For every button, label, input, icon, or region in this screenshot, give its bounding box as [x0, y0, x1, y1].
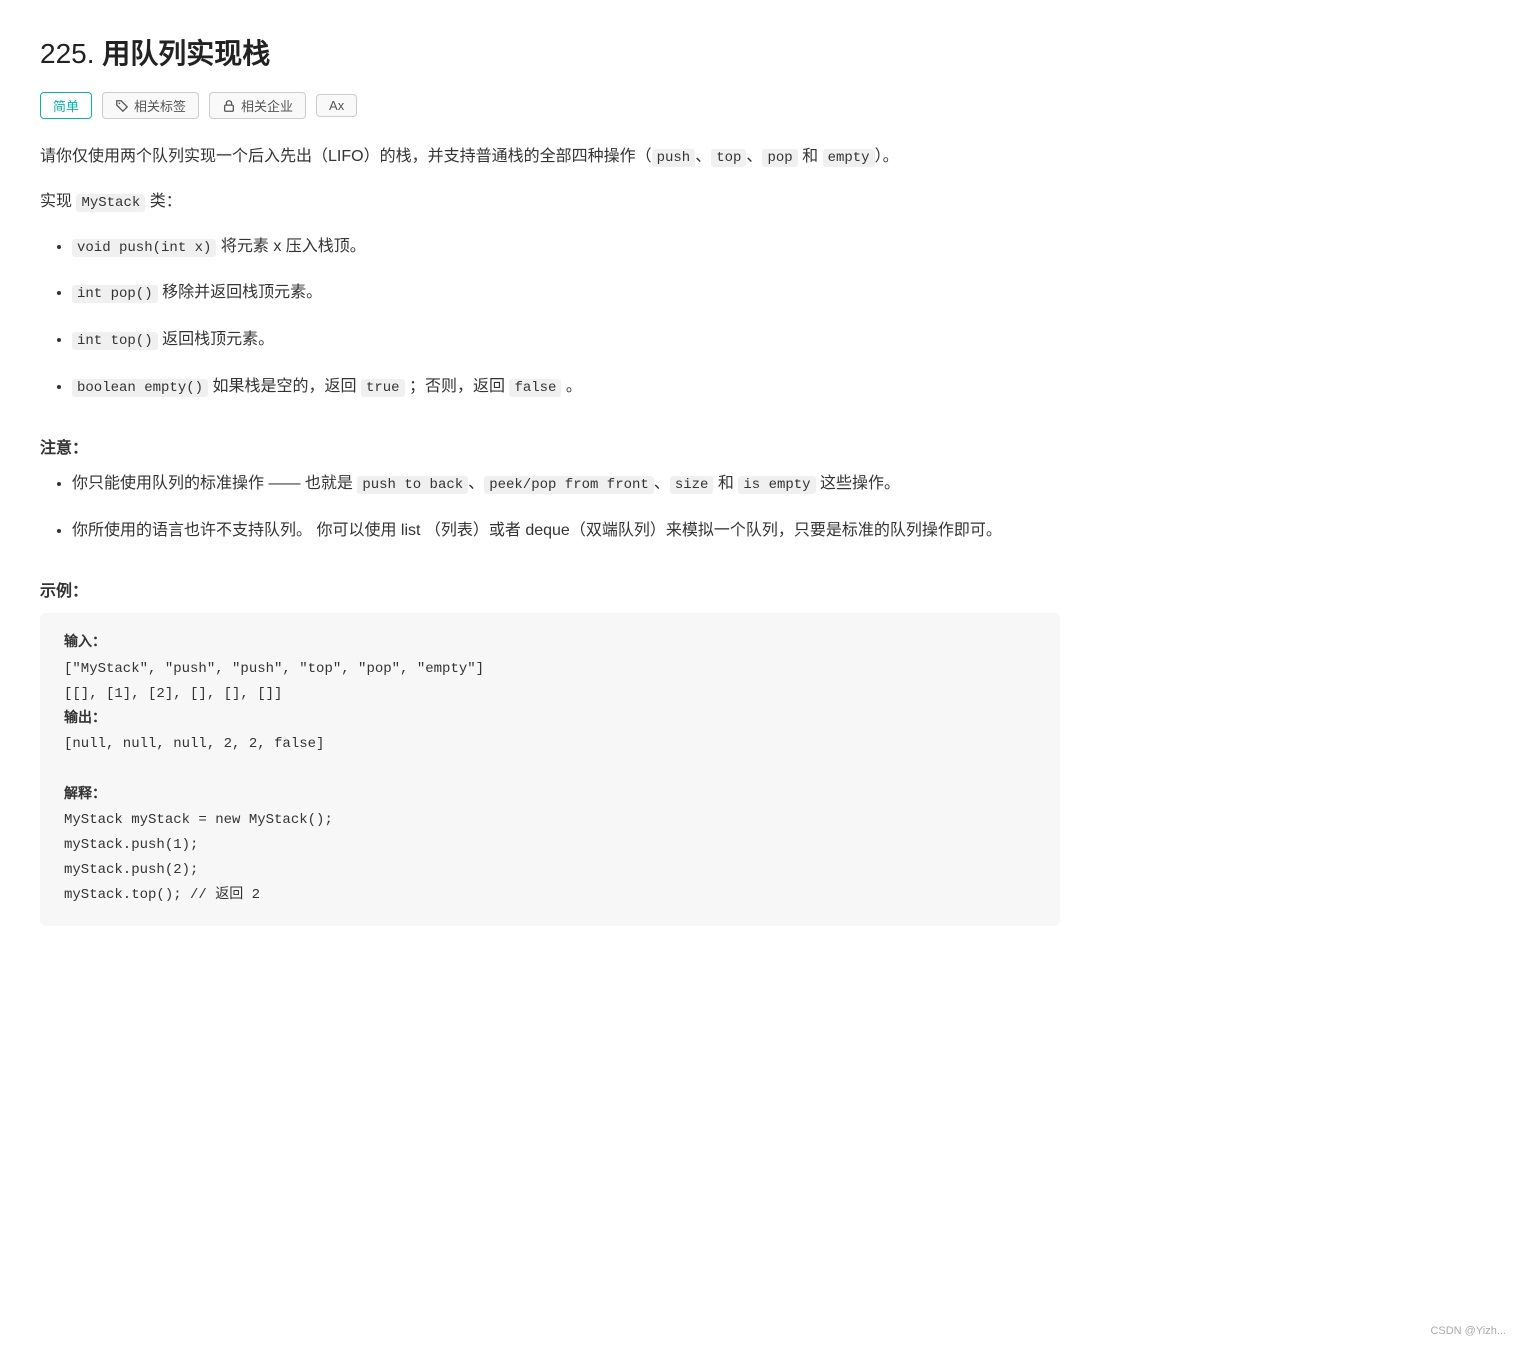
code-push: push: [652, 149, 696, 167]
list-item: int top() 返回栈顶元素。: [72, 326, 1060, 355]
note-title: 注意：: [40, 434, 1060, 458]
tag-related-companies[interactable]: 相关企业: [209, 92, 306, 119]
lock-icon: [222, 99, 236, 113]
problem-description: 请你仅使用两个队列实现一个后入先出（LIFO）的栈，并支持普通栈的全部四种操作（…: [40, 143, 1060, 172]
list-item: void push(int x) 将元素 x 压入栈顶。: [72, 233, 1060, 262]
code-peek-pop-from-front: peek/pop from front: [484, 476, 654, 494]
csdn-watermark: CSDN @Yizh...: [1430, 1325, 1506, 1337]
explain-line2: myStack.push(1);: [64, 837, 198, 853]
tags-row: 简单 相关标签 相关企业 Ax: [40, 92, 1060, 119]
example-section: 示例： 输入： ["MyStack", "push", "push", "top…: [40, 577, 1060, 926]
tag-related-tags[interactable]: 相关标签: [102, 92, 199, 119]
example-title: 示例：: [40, 577, 1060, 601]
explain-line3: myStack.push(2);: [64, 862, 198, 878]
code-true: true: [361, 379, 405, 397]
page-title: 225. 用队列实现栈: [40, 32, 1060, 72]
input-line1: ["MyStack", "push", "push", "top", "pop"…: [64, 661, 484, 677]
code-false: false: [509, 379, 561, 397]
output-label: 输出：: [64, 711, 106, 727]
code-int-pop: int pop(): [72, 285, 158, 303]
code-boolean-empty: boolean empty(): [72, 379, 208, 397]
code-push-to-back: push to back: [357, 476, 468, 494]
explain-line1: MyStack myStack = new MyStack();: [64, 812, 333, 828]
example-box: 输入： ["MyStack", "push", "push", "top", "…: [40, 613, 1060, 926]
explain-line4: myStack.top(); // 返回 2: [64, 887, 260, 903]
list-item: boolean empty() 如果栈是空的，返回 true ；否则，返回 fa…: [72, 373, 1060, 402]
tag-ax[interactable]: Ax: [316, 94, 357, 117]
implement-description: 实现 MyStack 类：: [40, 188, 1060, 217]
tag-icon: [115, 99, 129, 113]
code-size: size: [670, 476, 714, 494]
code-void-push: void push(int x): [72, 239, 216, 257]
input-line2: [[], [1], [2], [], [], []]: [64, 686, 282, 702]
example-content: 输入： ["MyStack", "push", "push", "top", "…: [64, 631, 1036, 908]
note-item-1: 你只能使用队列的标准操作 —— 也就是 push to back、peek/po…: [72, 470, 1060, 499]
methods-list: void push(int x) 将元素 x 压入栈顶。 int pop() 移…: [40, 233, 1060, 402]
code-int-top: int top(): [72, 332, 158, 350]
code-pop: pop: [762, 149, 797, 167]
list-item: int pop() 移除并返回栈顶元素。: [72, 279, 1060, 308]
output-line: [null, null, null, 2, 2, false]: [64, 736, 324, 752]
explain-label: 解释：: [64, 787, 106, 803]
code-empty: empty: [823, 149, 875, 167]
code-mystack-class: MyStack: [76, 194, 145, 212]
note-item-2: 你所使用的语言也许不支持队列。 你可以使用 list （列表）或者 deque（…: [72, 517, 1060, 546]
input-label: 输入：: [64, 635, 106, 651]
note-section: 注意： 你只能使用队列的标准操作 —— 也就是 push to back、pee…: [40, 434, 1060, 546]
code-is-empty: is empty: [738, 476, 815, 494]
code-top: top: [711, 149, 746, 167]
notes-list: 你只能使用队列的标准操作 —— 也就是 push to back、peek/po…: [40, 470, 1060, 546]
tag-easy[interactable]: 简单: [40, 92, 92, 119]
